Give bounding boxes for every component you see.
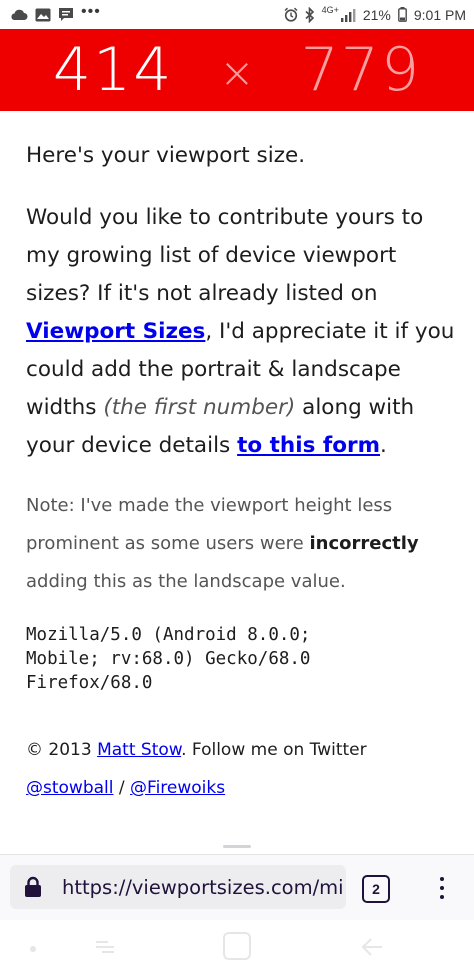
- toolbar-drag-handle[interactable]: [223, 845, 251, 848]
- contribute-text-4: .: [380, 433, 387, 458]
- lock-icon[interactable]: [24, 876, 42, 898]
- more-menu-icon[interactable]: [430, 873, 454, 903]
- note-text-2: adding this as the landscape value.: [26, 571, 346, 592]
- home-icon[interactable]: [223, 932, 251, 960]
- bluetooth-icon: [305, 6, 314, 23]
- viewport-size-banner: 414 × 779: [0, 29, 474, 111]
- viewport-width: 414: [52, 35, 174, 105]
- contribute-paragraph: Would you like to contribute yours to my…: [26, 199, 456, 465]
- page-content: Here's your viewport size. Would you lik…: [26, 111, 456, 807]
- more-notifications-icon: •••: [81, 2, 101, 20]
- viewport-sizes-link[interactable]: Viewport Sizes: [26, 319, 205, 344]
- copyright-text: © 2013: [26, 740, 98, 760]
- follow-text: . Follow me on Twitter: [181, 740, 367, 760]
- footer: © 2013 Matt Stow. Follow me on Twitter @s…: [26, 731, 456, 807]
- menu-dot: [440, 877, 444, 881]
- network-type: 4G+: [321, 4, 339, 15]
- height-note: Note: I've made the viewport height less…: [26, 487, 456, 601]
- form-link[interactable]: to this form: [237, 433, 380, 458]
- gallery-icon: [35, 8, 51, 21]
- alarm-icon: [284, 7, 298, 22]
- status-bar-left: •••: [10, 2, 101, 24]
- contribute-text-1: Would you like to contribute yours to my…: [26, 205, 424, 306]
- url-bar[interactable]: https://viewportsizes.com/mi: [10, 865, 346, 909]
- nav-indicator-dot: [30, 946, 36, 952]
- battery-percent: 21%: [362, 6, 391, 23]
- menu-dot: [440, 886, 444, 890]
- browser-toolbar: https://viewportsizes.com/mi 2: [0, 855, 474, 920]
- message-icon: [59, 8, 73, 21]
- battery-icon: [397, 7, 407, 22]
- url-text[interactable]: https://viewportsizes.com/mi: [62, 876, 344, 899]
- twitter-stowball-link[interactable]: @stowball: [26, 778, 113, 798]
- tab-count: 2: [372, 881, 380, 897]
- note-emphasis: incorrectly: [309, 533, 419, 554]
- user-agent-string: Mozilla/5.0 (Android 8.0.0; Mobile; rv:6…: [26, 625, 311, 693]
- clock: 9:01 PM: [413, 6, 466, 23]
- author-link[interactable]: Matt Stow: [97, 740, 181, 760]
- menu-dot: [440, 895, 444, 899]
- viewport-height: 779: [300, 35, 422, 105]
- tabs-counter-button[interactable]: 2: [362, 875, 390, 903]
- status-bar-right: 4G+ 21% 9:01 PM: [284, 4, 466, 23]
- cloud-sync-icon: [11, 9, 28, 20]
- back-icon[interactable]: [360, 936, 384, 958]
- recents-icon[interactable]: [94, 936, 118, 956]
- times-separator: ×: [219, 47, 255, 97]
- twitter-firewoiks-link[interactable]: @Firewoiks: [130, 778, 225, 798]
- first-number-note: (the first number): [103, 395, 296, 420]
- twitter-separator: /: [113, 778, 131, 798]
- status-bar: ••• 4G+ 21% 9:01 PM: [0, 0, 474, 29]
- signal-icon: [340, 8, 356, 22]
- intro-text: Here's your viewport size.: [26, 143, 306, 168]
- android-nav-bar: [0, 920, 474, 974]
